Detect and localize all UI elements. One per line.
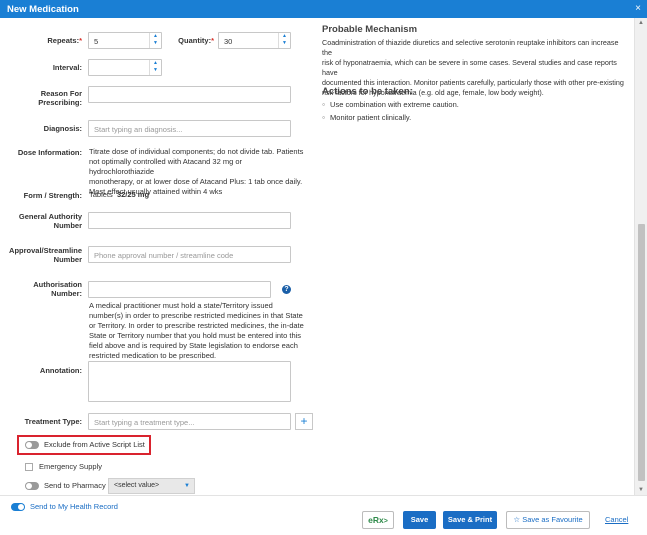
repeats-stepper[interactable]: ▲ ▼ [149,33,161,48]
authorisation-label: Authorisation Number: [33,280,82,298]
scroll-down-icon[interactable]: ▼ [638,487,644,493]
chevron-down-icon: ▼ [184,483,190,489]
approval-streamline-label: Approval/Streamline Number [9,246,82,264]
interval-stepper[interactable]: ▲ ▼ [149,60,161,75]
close-icon[interactable]: × [635,3,641,14]
dialog-content: Repeats:* 5 ▲ ▼ Quantity:* 30 ▲ ▼ Interval… [0,18,634,495]
erx-button[interactable]: eRx> [362,511,394,529]
annotation-label: Annotation: [39,366,82,375]
repeats-value: 5 [94,37,99,46]
probable-mechanism-heading: Probable Mechanism [322,24,418,35]
vertical-scrollbar[interactable]: ▲ ▼ [634,18,647,495]
toggle-knob [26,442,32,448]
add-treatment-type-button[interactable]: + [295,413,313,430]
required-mark: * [211,36,214,45]
save-as-favourite-button[interactable]: ☆ Save as Favourite [506,511,590,529]
reason-input[interactable] [88,86,291,103]
star-icon: ☆ [513,515,521,524]
send-to-pharmacy-label: Send to Pharmacy [44,481,106,490]
approval-streamline-input[interactable]: Phone approval number / streamline code [88,246,291,263]
pharmacy-select[interactable]: <select value> ▼ [108,478,195,494]
emergency-supply-checkbox[interactable] [25,463,33,471]
annotation-textarea[interactable] [88,361,291,402]
toggle-knob [18,504,24,510]
scrollbar-thumb[interactable] [638,224,645,481]
repeats-label: Repeats:* [47,36,82,45]
quantity-stepper[interactable]: ▲ ▼ [278,33,290,48]
quantity-value: 30 [224,37,233,46]
general-authority-label: General Authority Number [18,212,82,230]
cancel-link[interactable]: Cancel [605,515,628,524]
dialog-footer: Send to My Health Record eRx> Save Save … [0,495,647,535]
repeats-input[interactable]: 5 ▲ ▼ [88,32,162,49]
treatment-type-input[interactable]: Start typing a treatment type... [88,413,291,430]
form-strength-value: Tablets 32/25 mg [89,190,150,199]
reason-label: Reason For Prescribing: [38,89,82,107]
form-strength-label: Form / Strength: [23,191,82,200]
save-button[interactable]: Save [403,511,436,529]
help-icon[interactable]: ? [282,285,291,294]
required-mark: * [79,36,82,45]
actions-heading: Actions to be taken: [322,86,413,97]
treatment-type-label: Treatment Type: [24,417,82,426]
toggle-knob [26,483,32,489]
save-print-button[interactable]: Save & Print [443,511,497,529]
diagnosis-input[interactable]: Start typing an diagnosis... [88,120,291,137]
list-item: Use combination with extreme caution. [322,99,459,112]
dose-information-label: Dose Information: [17,148,82,157]
interval-input[interactable]: ▲ ▼ [88,59,162,76]
send-to-pharmacy-toggle[interactable] [25,482,39,490]
diagnosis-label: Diagnosis: [43,124,82,133]
scroll-up-icon[interactable]: ▲ [638,20,644,26]
quantity-input[interactable]: 30 ▲ ▼ [218,32,291,49]
send-health-record-label: Send to My Health Record [30,502,118,511]
authorisation-note: A medical practitioner must hold a state… [89,301,304,360]
send-health-record-toggle[interactable] [11,503,25,511]
quantity-label: Quantity:* [178,36,214,45]
emergency-supply-label: Emergency Supply [39,462,102,471]
dialog-titlebar: New Medication × [0,0,647,18]
exclude-active-script-label: Exclude from Active Script List [44,440,145,449]
dialog-title: New Medication [7,4,79,15]
list-item: Monitor patient clinically. [322,112,459,125]
general-authority-input[interactable] [88,212,291,229]
authorisation-input[interactable] [88,281,271,298]
exclude-active-script-toggle[interactable] [25,441,39,449]
interval-label: Interval: [52,63,82,72]
actions-list: Use combination with extreme caution. Mo… [322,99,459,125]
